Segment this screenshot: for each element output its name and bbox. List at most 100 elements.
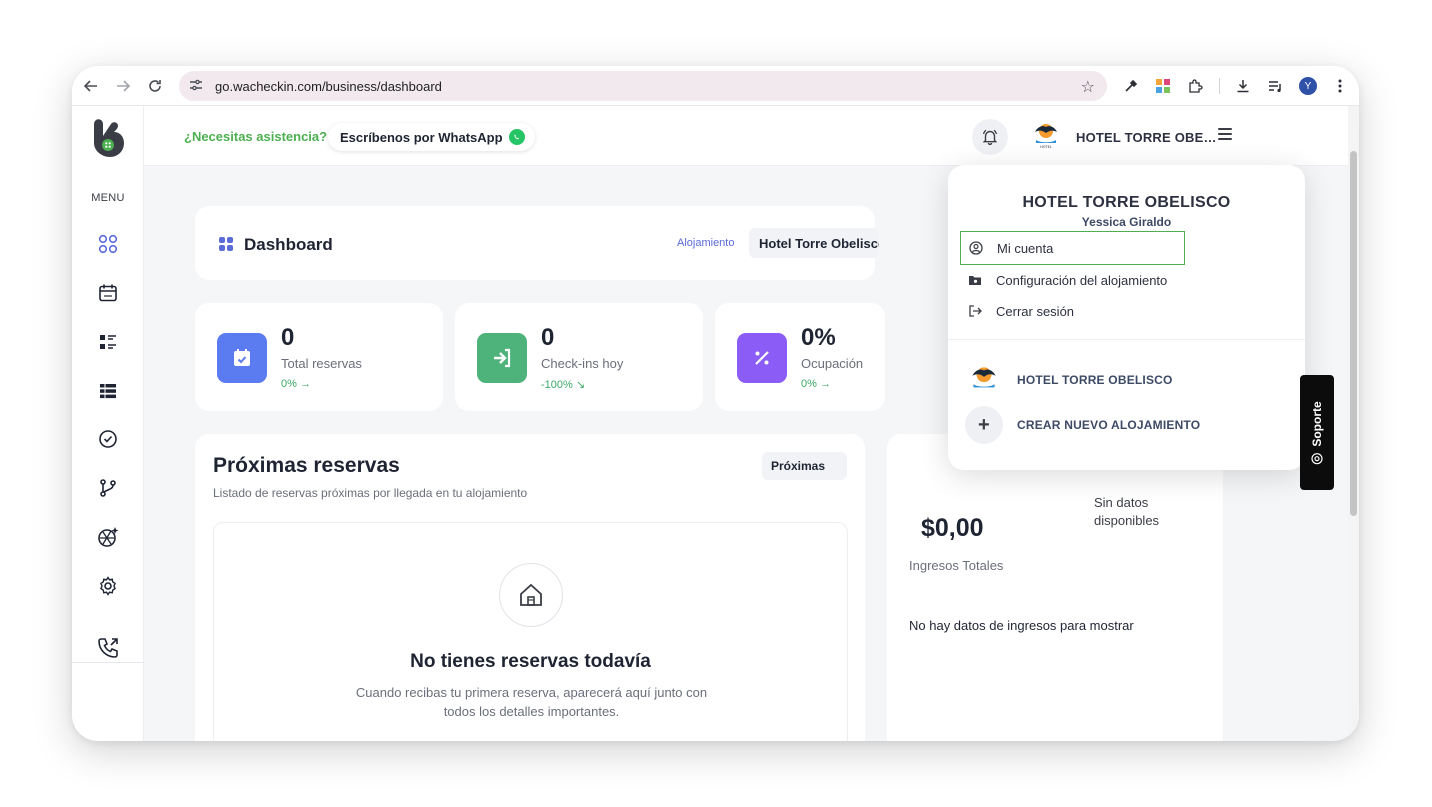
stat-trend: 0% → (281, 378, 311, 390)
logout-icon (969, 305, 982, 317)
notifications-button[interactable] (972, 119, 1008, 155)
sidebar-item-settings[interactable] (96, 574, 120, 598)
proximas-reservas-card: Próximas reservas Listado de reservas pr… (195, 434, 865, 741)
sin-datos-text: Sin datos disponibles (1094, 495, 1160, 528)
bookmark-star-icon[interactable]: ☆ (1081, 77, 1095, 97)
menu-item-label: Cerrar sesión (996, 303, 1075, 319)
branch-icon (100, 479, 116, 497)
reservas-subtitle: Listado de reservas próximas por llegada… (213, 486, 528, 500)
hotel-logo-icon (965, 361, 1003, 399)
scrollbar-thumb[interactable] (1350, 151, 1357, 516)
aperture-sparkle-icon (98, 527, 119, 547)
login-arrow-icon (477, 333, 527, 383)
stat-value: 0% (801, 324, 836, 351)
create-alojamiento-label: CREAR NUEVO ALOJAMIENTO (1017, 418, 1201, 432)
stat-card-total-reservas: 0 Total reservas 0% → (195, 303, 443, 411)
stat-trend: -100% ↘ (541, 379, 586, 391)
ingresos-amount: $0,00 (921, 514, 984, 542)
browser-window: go.wacheckin.com/business/dashboard ☆ Y (72, 66, 1359, 741)
stat-label: Ocupación (801, 356, 864, 371)
eyedropper-extension-icon[interactable] (1120, 75, 1142, 97)
ingresos-label: Ingresos Totales (909, 558, 1004, 573)
sidebar-item-checkins[interactable] (96, 427, 120, 451)
url-text[interactable]: go.wacheckin.com/business/dashboard (215, 79, 442, 94)
calendar-icon (99, 284, 117, 302)
reload-button[interactable] (144, 75, 166, 97)
menu-item-mi-cuenta[interactable]: Mi cuenta (960, 231, 1185, 265)
dashboard-grid-icon (219, 237, 233, 251)
empty-title: No tienes reservas todavía (410, 651, 651, 672)
empty-description: Cuando recibas tu primera reserva, apare… (355, 685, 708, 719)
table-icon (100, 384, 116, 399)
dropdown-user-name: Yessica Giraldo (1081, 215, 1172, 229)
sidebar-item-table[interactable] (96, 379, 120, 403)
hotel-switch-label: HOTEL TORRE OBELISCO (1017, 373, 1173, 387)
soporte-tab[interactable]: Soporte (1300, 375, 1334, 490)
soporte-label: Soporte (1310, 400, 1324, 447)
browser-menu-icon[interactable] (1329, 75, 1351, 97)
svg-text:HOTEL: HOTEL (1040, 145, 1052, 149)
ingresos-card: Sin datos disponibles $0,00 Ingresos Tot… (887, 434, 1223, 741)
list-icon (100, 335, 116, 349)
ingresos-no-data: No hay datos de ingresos para mostrar (909, 618, 1134, 633)
hotel-logo-icon: HOTEL (1028, 118, 1064, 154)
dashboard-card: Dashboard Alojamiento Hotel Torre Obelis… (195, 206, 879, 280)
menu-item-configuracion[interactable]: Configuración del alojamiento (960, 263, 1220, 297)
stat-label: Check-ins hoy (541, 356, 624, 371)
create-alojamiento-item[interactable]: + CREAR NUEVO ALOJAMIENTO (965, 406, 1295, 444)
back-button[interactable] (80, 75, 102, 97)
toolbar-separator (1219, 78, 1220, 94)
hotel-switch-item[interactable]: HOTEL TORRE OBELISCO (965, 361, 1295, 399)
account-dropdown: HOTEL TORRE OBELISCO Yessica Giraldo Mi … (948, 165, 1305, 470)
download-icon[interactable] (1232, 75, 1254, 97)
bell-icon (982, 129, 998, 145)
app-sidebar: MENU (72, 106, 144, 741)
profile-avatar[interactable]: Y (1299, 77, 1317, 95)
whatsapp-button[interactable]: Escríbenos por WhatsApp (328, 123, 535, 151)
house-icon (499, 563, 563, 627)
percent-icon (737, 333, 787, 383)
folder-gear-icon (969, 276, 981, 285)
reload-icon (149, 80, 161, 92)
sidebar-item-contact[interactable] (96, 636, 120, 660)
back-arrow-icon (84, 80, 97, 92)
alojamiento-select[interactable]: Hotel Torre Obelisco (749, 228, 879, 258)
check-circle-icon (99, 430, 117, 448)
gear-icon (100, 576, 116, 596)
support-headset-icon (1311, 452, 1323, 464)
phone-outgoing-icon (98, 638, 118, 658)
sidebar-item-calendar[interactable] (96, 281, 120, 305)
media-queue-icon[interactable] (1264, 75, 1286, 97)
sidebar-item-dashboard[interactable] (96, 232, 120, 256)
page-scrollbar[interactable] (1348, 106, 1359, 741)
dropdown-hotel-title: HOTEL TORRE OBELISCO (1022, 194, 1231, 211)
help-text: ¿Necesitas asistencia? (184, 129, 328, 144)
address-bar[interactable]: go.wacheckin.com/business/dashboard ☆ (179, 71, 1107, 101)
extensions-puzzle-icon[interactable] (1184, 75, 1206, 97)
hamburger-menu-icon[interactable] (1218, 128, 1232, 140)
reservas-filter-select[interactable]: Próximas (762, 452, 847, 480)
calendar-check-icon (217, 333, 267, 383)
stat-trend: 0% → (801, 378, 831, 390)
stat-card-ocupacion: 0% Ocupación 0% → (715, 303, 885, 411)
color-extension-icon[interactable] (1152, 75, 1174, 97)
stat-card-checkins: 0 Check-ins hoy -100% ↘ (455, 303, 703, 411)
alojamiento-label: Alojamiento (677, 237, 735, 249)
hotel-name[interactable]: HOTEL TORRE OBE… (1076, 130, 1217, 145)
whatsapp-label: Escríbenos por WhatsApp (340, 129, 503, 145)
stat-value: 0 (281, 324, 295, 351)
main-content: Dashboard Alojamiento Hotel Torre Obelis… (144, 165, 1348, 741)
site-settings-icon[interactable] (189, 79, 209, 94)
empty-state: No tienes reservas todavía Cuando reciba… (213, 522, 848, 741)
hotel-avatar[interactable]: HOTEL (1028, 118, 1064, 154)
sidebar-item-list[interactable] (96, 330, 120, 354)
browser-toolbar: go.wacheckin.com/business/dashboard ☆ Y (72, 66, 1359, 106)
menu-item-cerrar-sesion[interactable]: Cerrar sesión (960, 294, 1185, 328)
stat-label: Total reservas (281, 356, 362, 371)
forward-button[interactable] (112, 75, 134, 97)
wacheckin-logo-icon[interactable] (90, 116, 126, 160)
reservas-title: Próximas reservas (213, 454, 400, 477)
sidebar-item-integrations[interactable] (96, 476, 120, 500)
sidebar-item-ai[interactable] (96, 525, 120, 549)
menu-item-label: Configuración del alojamiento (996, 272, 1168, 288)
